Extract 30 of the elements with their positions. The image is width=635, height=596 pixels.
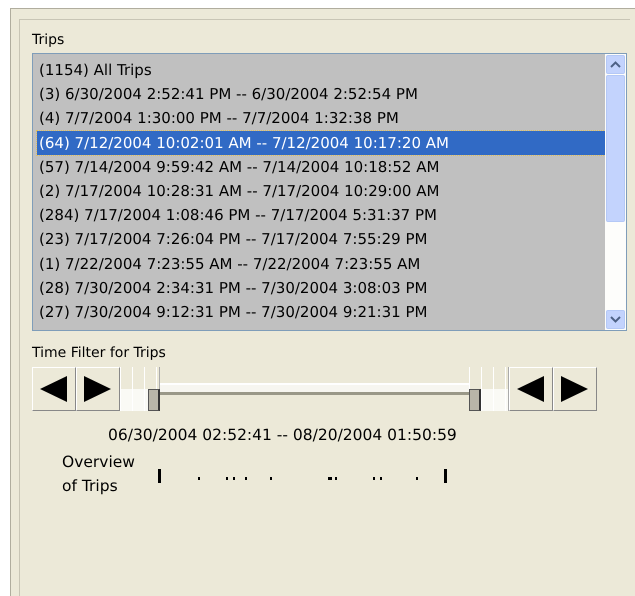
trip-list[interactable] — [32, 53, 627, 331]
step-right-button[interactable] — [76, 367, 120, 411]
right-triangle-icon — [84, 376, 112, 402]
scrollbar[interactable] — [605, 54, 626, 330]
right-triangle-icon — [561, 376, 589, 402]
step-left-button[interactable] — [32, 367, 76, 411]
chevron-up-icon — [610, 61, 621, 68]
trip-item[interactable]: (27) 7/30/2004 9:12:31 PM -- 7/30/2004 9:21:31 PM — [37, 300, 605, 324]
trip-item[interactable]: (3) 6/30/2004 2:52:41 PM -- 6/30/2004 2:52:54 PM — [37, 82, 605, 106]
chevron-down-icon — [610, 316, 621, 323]
trip-item[interactable]: (1) 7/22/2004 7:23:55 AM -- 7/22/2004 7:23:55 AM — [37, 252, 605, 276]
date-range-text: 06/30/2004 02:52:41 -- 08/20/2004 01:50:59 — [108, 426, 458, 444]
trip-item[interactable]: (23) 7/17/2004 7:26:04 PM -- 7/17/2004 7:55:29 PM — [37, 227, 605, 252]
trip-item[interactable]: (1154) All Trips — [37, 58, 605, 82]
left-triangle-icon — [40, 376, 68, 402]
slider-thumb[interactable] — [469, 389, 481, 411]
trip-item[interactable]: (64) 7/12/2004 10:02:01 AM -- 7/12/2004 10:17:20 AM — [37, 130, 605, 155]
trip-item[interactable]: (4) 7/7/2004 1:30:00 PM -- 7/7/2004 1:32:38 PM — [37, 106, 605, 131]
trip-item[interactable]: (284) 7/17/2004 1:08:46 PM -- 7/17/2004 5:31:37 PM — [37, 203, 605, 228]
trip-item[interactable]: (2) 7/17/2004 10:28:31 AM -- 7/17/2004 10:29:00 AM — [37, 178, 605, 204]
section-label: Time Filter for Trips — [32, 345, 167, 361]
trip-item[interactable]: (28) 7/30/2004 2:34:31 PM -- 7/30/2004 3:08:03 PM — [37, 276, 605, 300]
trip-item[interactable]: (57) 7/14/2004 9:59:42 AM -- 7/14/2004 10:18:52 AM — [37, 154, 605, 179]
range-slider[interactable] — [120, 367, 509, 411]
step-right-button[interactable] — [553, 367, 597, 411]
left-triangle-icon — [517, 376, 545, 402]
slider-thumb[interactable] — [148, 389, 160, 411]
group-label: Trips — [32, 32, 66, 48]
step-left-button[interactable] — [509, 367, 553, 411]
overview-label: Overview of Trips — [62, 452, 136, 497]
